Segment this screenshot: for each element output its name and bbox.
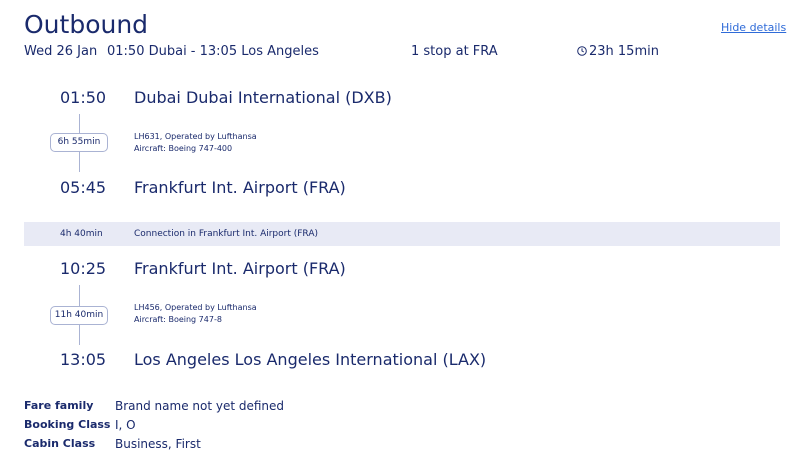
segment-2-timeline-top: [79, 285, 80, 307]
trip-duration: 23h 15min: [577, 43, 659, 61]
trip-date: Wed 26 Jan: [24, 44, 98, 59]
booking-class-value: I, O: [115, 418, 136, 432]
segment-1-flight: LH631, Operated by Lufthansa: [134, 132, 257, 141]
segment-2-arrival-time: 13:05: [60, 350, 107, 369]
segment-1-departure-place: Dubai Dubai International (DXB): [134, 88, 392, 107]
segment-1-timeline-bottom: [79, 152, 80, 172]
fare-family-label: Fare family: [24, 399, 94, 412]
page-title: Outbound: [24, 10, 149, 39]
segment-2-flight: LH456, Operated by Lufthansa: [134, 303, 257, 312]
segment-2-timeline-bottom: [79, 325, 80, 345]
segment-1-duration-badge: 6h 55min: [50, 133, 108, 152]
clock-icon: [577, 46, 587, 56]
hide-details-link[interactable]: Hide details: [721, 21, 786, 34]
segment-2-duration-badge: 11h 40min: [50, 306, 108, 325]
cabin-class-label: Cabin Class: [24, 437, 96, 450]
connection-duration: 4h 40min: [60, 229, 103, 239]
booking-class-label: Booking Class: [24, 418, 111, 431]
segment-2-departure-place: Frankfurt Int. Airport (FRA): [134, 259, 346, 278]
segment-1-departure-time: 01:50: [60, 88, 107, 107]
connection-text: Connection in Frankfurt Int. Airport (FR…: [134, 229, 318, 239]
trip-duration-text: 23h 15min: [589, 44, 659, 59]
segment-1-timeline-top: [79, 114, 80, 133]
trip-route: 01:50 Dubai - 13:05 Los Angeles: [107, 44, 319, 59]
fare-family-value: Brand name not yet defined: [115, 399, 285, 413]
segment-1-arrival-time: 05:45: [60, 178, 107, 197]
cabin-class-value: Business, First: [115, 437, 201, 451]
segment-2-arrival-place: Los Angeles Los Angeles International (L…: [134, 350, 487, 369]
trip-stops: 1 stop at FRA: [411, 44, 498, 59]
connection-bar: 4h 40min Connection in Frankfurt Int. Ai…: [24, 222, 780, 246]
segment-2-departure-time: 10:25: [60, 259, 107, 278]
segment-1-arrival-place: Frankfurt Int. Airport (FRA): [134, 178, 346, 197]
segment-1-aircraft: Aircraft: Boeing 747-400: [134, 144, 233, 153]
segment-2-aircraft: Aircraft: Boeing 747-8: [134, 315, 222, 324]
